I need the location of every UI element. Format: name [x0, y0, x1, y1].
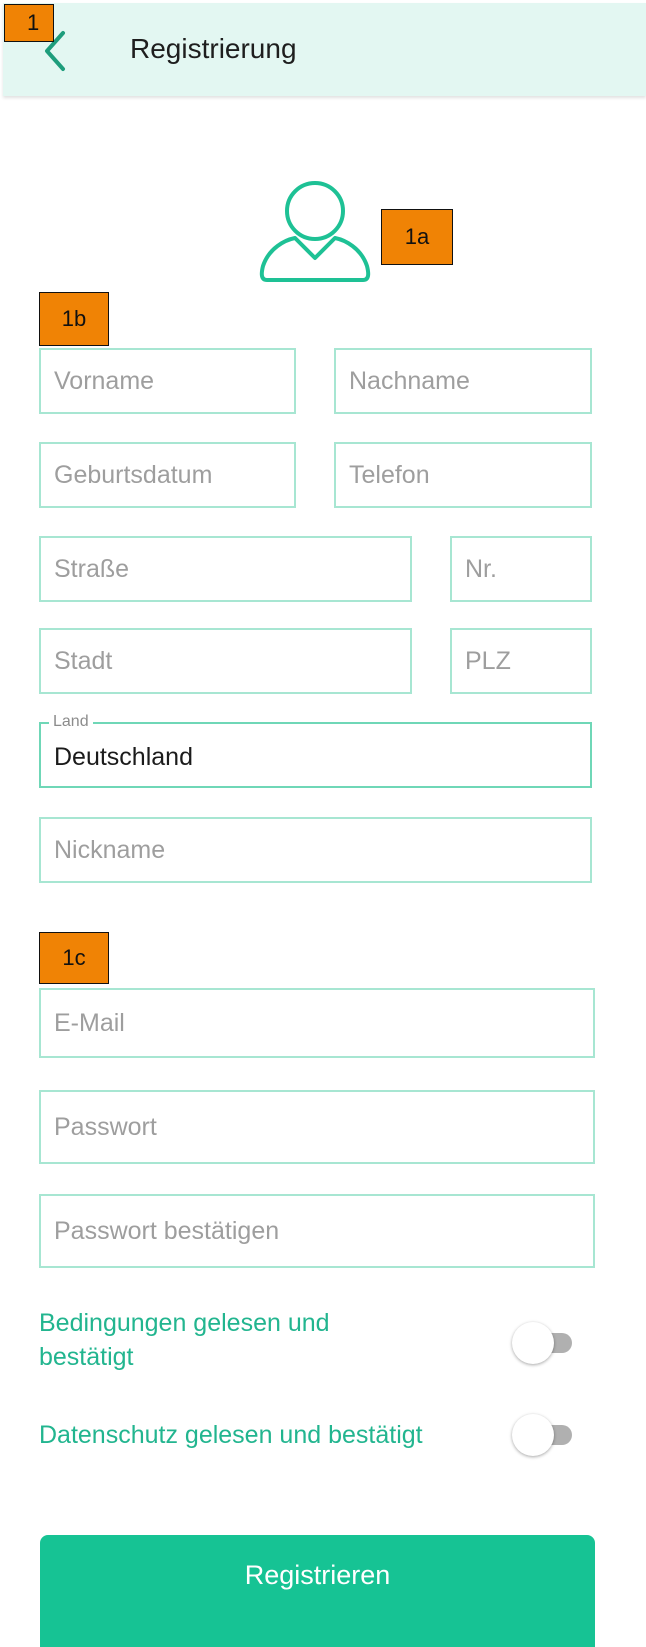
vorname-placeholder: Vorname — [54, 366, 155, 395]
terms-toggle-switch[interactable] — [512, 1322, 572, 1364]
privacy-toggle-switch[interactable] — [512, 1414, 572, 1456]
stadt-placeholder: Stadt — [54, 646, 113, 675]
strasse-input[interactable]: Straße — [39, 536, 412, 602]
page-title: Registrierung — [130, 33, 297, 64]
email-input[interactable]: E-Mail — [39, 988, 595, 1058]
nickname-placeholder: Nickname — [54, 835, 166, 864]
nickname-input[interactable]: Nickname — [39, 817, 592, 883]
password-placeholder: Passwort — [54, 1112, 157, 1141]
terms-toggle-thumb — [512, 1322, 554, 1364]
email-placeholder: E-Mail — [54, 1008, 125, 1037]
user-profile-icon — [259, 181, 371, 282]
plz-input[interactable]: PLZ — [450, 628, 592, 694]
strasse-placeholder: Straße — [54, 554, 130, 583]
hausnummer-placeholder: Nr. — [465, 554, 497, 583]
land-select[interactable]: Land Deutschland — [39, 713, 592, 788]
vorname-input[interactable]: Vorname — [39, 348, 296, 414]
plz-placeholder: PLZ — [465, 646, 511, 675]
annotation-marker-1: 1 — [4, 4, 54, 42]
password-input[interactable]: Passwort — [39, 1090, 595, 1164]
geburtsdatum-input[interactable]: Geburtsdatum — [39, 442, 296, 508]
land-value: Deutschland — [54, 743, 193, 771]
terms-toggle-label: Bedingungen gelesen und bestätigt — [39, 1306, 330, 1374]
annotation-marker-1a: 1a — [381, 209, 453, 265]
terms-label-line1: Bedingungen gelesen und — [39, 1309, 330, 1337]
geburtsdatum-placeholder: Geburtsdatum — [54, 460, 213, 489]
telefon-placeholder: Telefon — [349, 460, 430, 489]
land-label: Land — [49, 713, 93, 731]
stadt-input[interactable]: Stadt — [39, 628, 412, 694]
nachname-input[interactable]: Nachname — [334, 348, 592, 414]
privacy-toggle-label: Datenschutz gelesen und bestätigt — [39, 1421, 423, 1449]
nachname-placeholder: Nachname — [349, 366, 470, 395]
password-confirm-placeholder: Passwort bestätigen — [54, 1216, 280, 1245]
privacy-toggle-thumb — [512, 1414, 554, 1456]
annotation-marker-1b: 1b — [39, 292, 109, 346]
telefon-input[interactable]: Telefon — [334, 442, 592, 508]
terms-label-line2: bestätigt — [39, 1343, 134, 1371]
password-confirm-input[interactable]: Passwort bestätigen — [39, 1194, 595, 1268]
register-button[interactable]: Registrieren — [40, 1535, 595, 1647]
hausnummer-input[interactable]: Nr. — [450, 536, 592, 602]
app-bar: Registrierung — [3, 3, 646, 96]
annotation-marker-1c: 1c — [39, 932, 109, 984]
